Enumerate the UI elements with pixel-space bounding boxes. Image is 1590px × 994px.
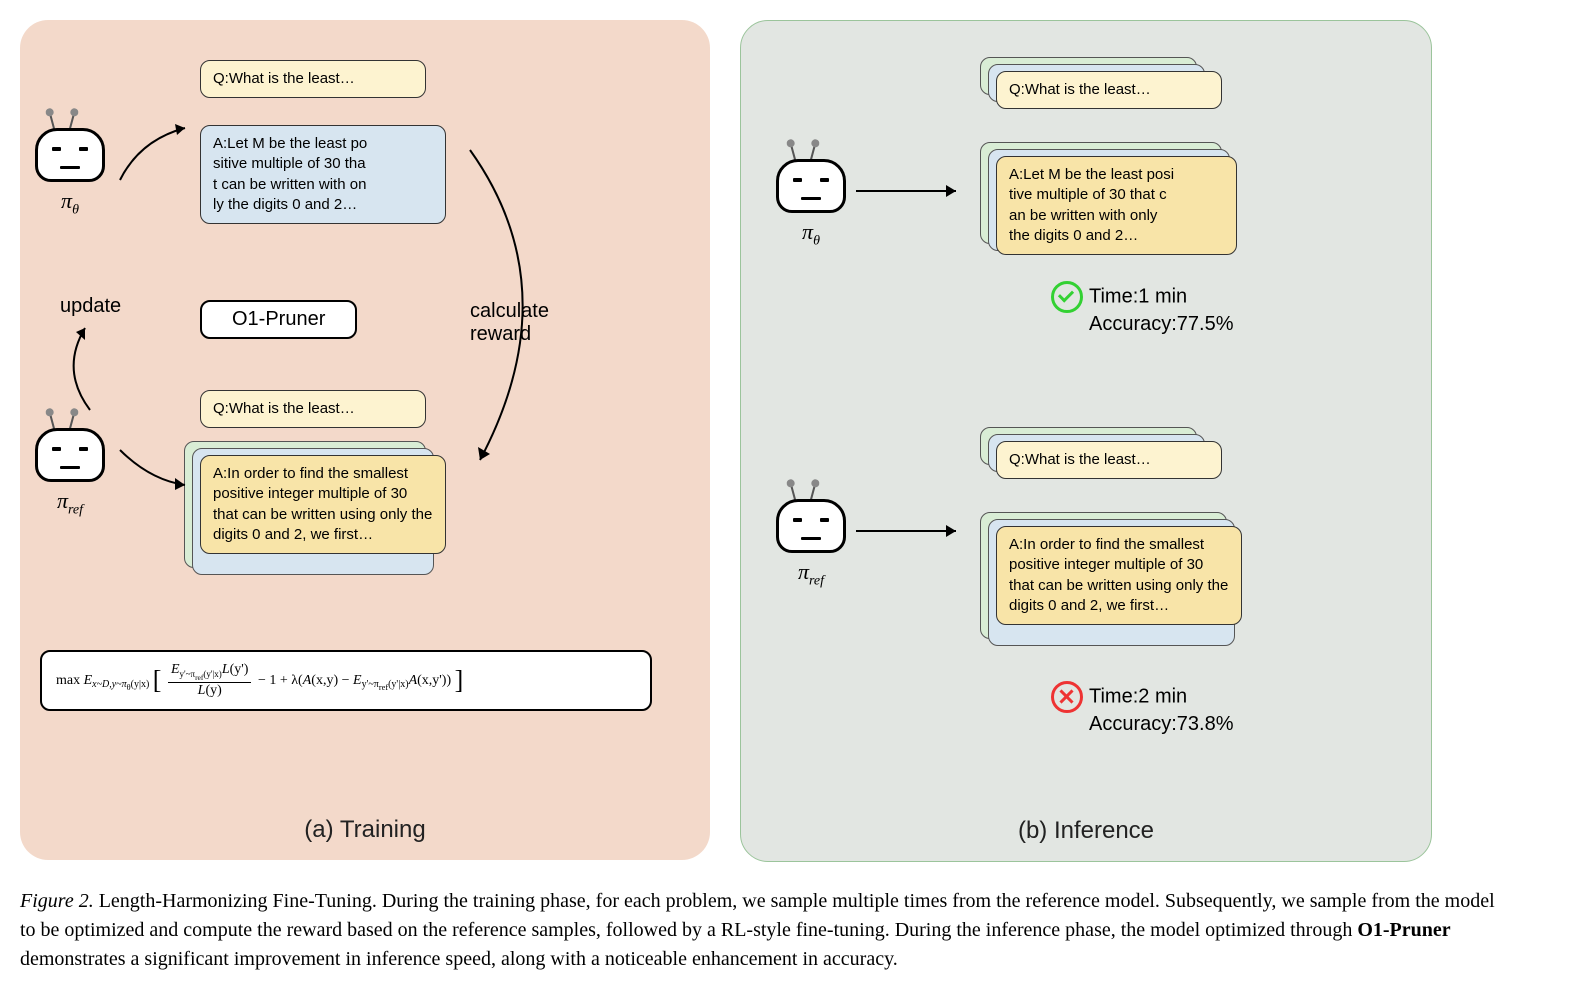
figure-panels: πθ πref Q:What is the least… A:Let M be …	[20, 20, 1570, 862]
answer-stack-2: A:In order to find the smallest positive…	[200, 455, 446, 554]
answer-card-b1: A:Let M be the least posi tive multiple …	[996, 156, 1237, 255]
pi-ref-label-b: πref	[776, 559, 846, 589]
question-card-1: Q:What is the least…	[200, 60, 426, 98]
answer-card-b2: A:In order to find the smallest positive…	[996, 526, 1242, 625]
pi-theta-label-b: πθ	[776, 219, 846, 249]
pruner-box: O1-Pruner	[200, 300, 357, 339]
arrow-b2	[851, 511, 971, 551]
figure-caption: Figure 2. Length-Harmonizing Fine-Tuning…	[20, 887, 1500, 974]
pi-theta-label: πθ	[35, 188, 105, 218]
arrow-reward	[460, 140, 580, 470]
answer-stack-b2: A:In order to find the smallest positive…	[996, 526, 1242, 625]
robot-theta-b: πθ	[776, 141, 846, 249]
answer-card-1: A:Let M be the least po sitive multiple …	[200, 125, 446, 224]
caption-label: Figure 2.	[20, 890, 94, 912]
check-icon	[1051, 281, 1083, 313]
robot-ref-b: πref	[776, 481, 846, 589]
question-stack-b2: Q:What is the least…	[996, 441, 1222, 479]
arrow-update	[50, 320, 120, 420]
inference-panel: πθ πref Q:What is the least… A:Let	[740, 20, 1432, 862]
result-2: Time:2 min Accuracy:73.8%	[1051, 681, 1234, 736]
training-panel: πθ πref Q:What is the least… A:Let M be …	[20, 20, 710, 860]
arrow-b1	[851, 171, 971, 211]
result-1: Time:1 min Accuracy:77.5%	[1051, 281, 1234, 336]
panel-a-title: (a) Training	[304, 816, 425, 844]
question-card-b2: Q:What is the least…	[996, 441, 1222, 479]
answer-stack-b1: A:Let M be the least posi tive multiple …	[996, 156, 1237, 255]
arrow-theta-to-q	[110, 120, 200, 200]
x-icon	[1051, 681, 1083, 713]
pi-ref-label: πref	[35, 488, 105, 518]
update-label: update	[60, 295, 121, 318]
answer-card-2: A:In order to find the smallest positive…	[200, 455, 446, 554]
robot-theta: πθ	[35, 110, 105, 218]
panel-b-title: (b) Inference	[1018, 817, 1154, 845]
question-stack-b1: Q:What is the least…	[996, 71, 1222, 109]
formula-box: max Ex~D,y~πθ(y|x) [ Ey'~πref(y'|x)L(y')…	[40, 650, 652, 711]
question-card-b1: Q:What is the least…	[996, 71, 1222, 109]
arrow-ref-to-q	[110, 440, 200, 500]
robot-ref: πref	[35, 410, 105, 518]
question-card-2: Q:What is the least…	[200, 390, 426, 428]
